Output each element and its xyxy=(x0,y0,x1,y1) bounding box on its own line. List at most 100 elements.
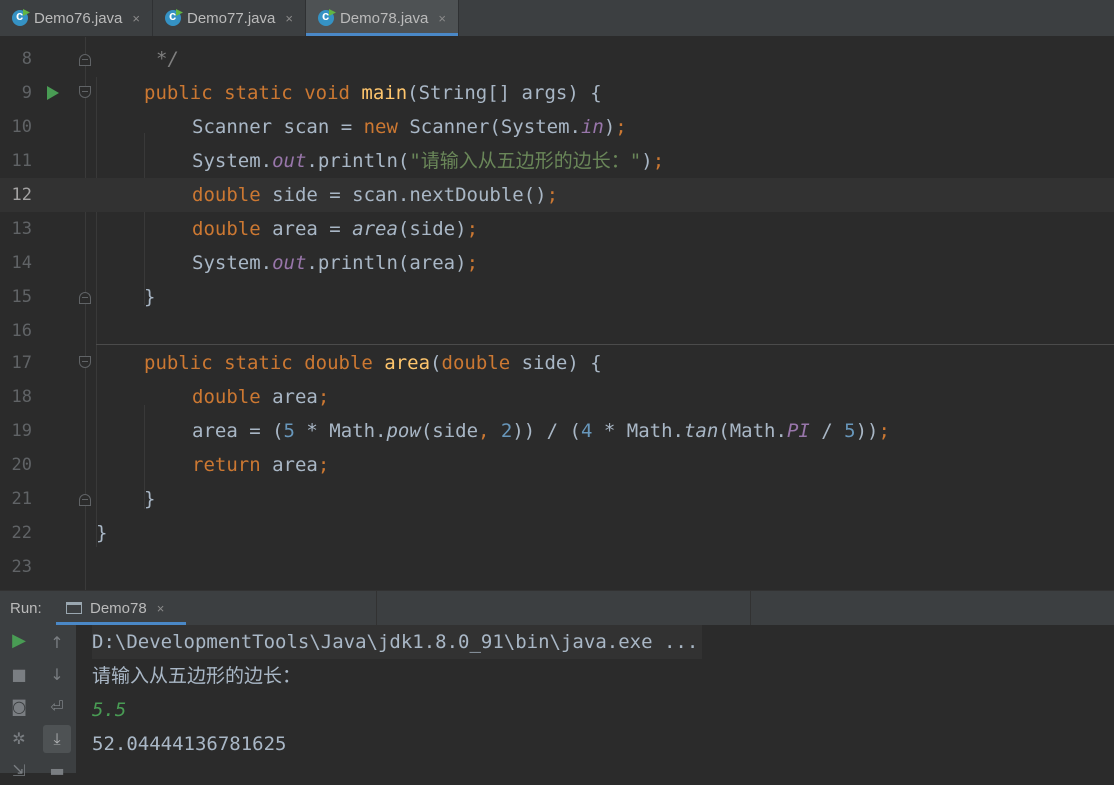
stop-icon[interactable]: ■ xyxy=(5,661,33,689)
console-window-icon xyxy=(66,602,82,614)
fold-icon[interactable] xyxy=(79,86,91,98)
camera-icon[interactable]: ◙ xyxy=(5,693,33,721)
code-token: } xyxy=(144,286,156,308)
code-text: double side = scan.nextDouble(); xyxy=(192,178,558,212)
line-number: 14 xyxy=(11,253,32,273)
code-token: pow xyxy=(386,420,421,442)
panel-divider xyxy=(750,591,751,625)
close-icon[interactable]: × xyxy=(132,11,140,26)
code-token: double xyxy=(304,352,373,374)
code-line: 9 public static void main(String[] args)… xyxy=(0,76,1114,110)
method-separator xyxy=(96,344,1114,345)
code-token: ; xyxy=(317,386,330,408)
code-token: 2 xyxy=(500,420,513,442)
run-tab-demo78[interactable]: Demo78 × xyxy=(56,591,186,625)
line-number: 11 xyxy=(11,151,32,171)
console-prompt-line: 请输入从五边形的边长： xyxy=(92,665,302,687)
code-text: System.out.println(area); xyxy=(192,246,478,280)
code-text: } xyxy=(96,516,107,550)
close-icon[interactable]: × xyxy=(157,601,165,616)
tab-label: Demo76.java xyxy=(34,9,123,27)
restore-layout-icon[interactable]: ⇲ xyxy=(5,757,33,785)
print-icon[interactable]: ▬ xyxy=(43,757,71,785)
fold-icon[interactable] xyxy=(79,54,91,66)
code-token: double xyxy=(441,352,511,374)
code-text: public static void main(String[] args) { xyxy=(144,76,602,110)
code-token: main xyxy=(361,82,408,104)
code-line: 8 */ xyxy=(0,42,1114,76)
code-token: * Math. xyxy=(592,420,684,442)
code-token: } xyxy=(144,488,156,510)
code-token: public xyxy=(144,352,213,374)
line-number: 15 xyxy=(11,287,32,307)
code-token: new xyxy=(363,116,398,138)
run-gutter-icon[interactable] xyxy=(47,86,59,100)
code-token: double xyxy=(192,386,261,408)
close-icon[interactable]: × xyxy=(438,11,446,26)
code-token: (Math. xyxy=(718,420,787,442)
code-token: side) { xyxy=(510,352,602,374)
code-token: ; xyxy=(546,184,559,206)
code-text: area = (5 * Math.pow(side, 2)) / (4 * Ma… xyxy=(192,414,890,448)
code-token: static xyxy=(224,352,293,374)
fold-icon[interactable] xyxy=(79,494,91,506)
code-line: 16 xyxy=(0,314,1114,348)
code-token: System. xyxy=(192,252,273,274)
code-token: 4 xyxy=(581,420,593,442)
code-line-current: 12 double side = scan.nextDouble(); xyxy=(0,178,1114,212)
code-token: (String[] args) { xyxy=(407,82,602,104)
code-line: 14 System.out.println(area); xyxy=(0,246,1114,280)
code-token: public xyxy=(144,82,213,104)
code-editor[interactable]: 8 */ 9 public static void main(String[] … xyxy=(0,37,1114,590)
run-console[interactable]: ▶ ■ ◙ ✲ ⇲ ↑ ↓ ⏎ ⤓ ▬ D:\DevelopmentTools\… xyxy=(0,625,1114,780)
code-text: public static double area(double side) { xyxy=(144,346,602,380)
line-number: 19 xyxy=(11,421,32,441)
fold-icon[interactable] xyxy=(79,292,91,304)
code-line: 18 double area; xyxy=(0,380,1114,414)
scroll-to-end-icon[interactable]: ⤓ xyxy=(43,725,71,753)
code-text: double area = area(side); xyxy=(192,212,478,246)
code-token: ; xyxy=(466,252,479,274)
code-line: 19 area = (5 * Math.pow(side, 2)) / (4 *… xyxy=(0,414,1114,448)
code-token: / xyxy=(809,420,845,442)
settings-gear-icon[interactable]: ✲ xyxy=(5,725,33,753)
code-token: Scanner(System. xyxy=(397,116,581,138)
code-token: System. xyxy=(192,150,273,172)
code-line: 22 } xyxy=(0,516,1114,550)
code-token: return xyxy=(192,454,261,476)
code-token: void xyxy=(304,82,350,104)
console-user-input: 5.5 xyxy=(92,699,127,721)
tab-demo76[interactable]: Demo76.java × xyxy=(0,0,153,36)
java-class-icon xyxy=(317,8,334,26)
code-token: area xyxy=(260,386,318,408)
code-text: System.out.println("请输入从五边形的边长："); xyxy=(192,144,664,178)
rerun-icon[interactable]: ▶ xyxy=(5,627,33,655)
code-token: .println( xyxy=(306,150,410,172)
tab-demo78[interactable]: Demo78.java × xyxy=(305,0,459,36)
code-token: , xyxy=(478,420,501,442)
run-toolwindow-header: Run: Demo78 × xyxy=(0,590,1114,626)
tab-demo77[interactable]: Demo77.java × xyxy=(153,0,306,36)
close-icon[interactable]: × xyxy=(285,11,293,26)
fold-icon[interactable] xyxy=(79,356,91,368)
code-text: */ xyxy=(156,42,179,76)
code-token: ; xyxy=(317,454,330,476)
code-text: } xyxy=(144,482,155,516)
code-token: ( xyxy=(430,352,442,374)
code-token: double xyxy=(192,184,261,206)
arrow-up-icon[interactable]: ↑ xyxy=(43,629,71,657)
code-token: out xyxy=(272,150,307,172)
code-token: PI xyxy=(786,420,810,442)
code-token: area xyxy=(384,352,431,374)
code-text: double area; xyxy=(192,380,329,414)
code-line: 10 Scanner scan = new Scanner(System.in)… xyxy=(0,110,1114,144)
code-line: 11 System.out.println("请输入从五边形的边长："); xyxy=(0,144,1114,178)
line-number: 17 xyxy=(11,353,32,373)
code-token: ; xyxy=(652,150,665,172)
code-token: in xyxy=(580,116,604,138)
code-token: 5 xyxy=(844,420,856,442)
panel-divider xyxy=(376,591,377,625)
arrow-down-icon[interactable]: ↓ xyxy=(43,661,71,689)
soft-wrap-icon[interactable]: ⏎ xyxy=(43,693,71,721)
code-line: 21 } xyxy=(0,482,1114,516)
